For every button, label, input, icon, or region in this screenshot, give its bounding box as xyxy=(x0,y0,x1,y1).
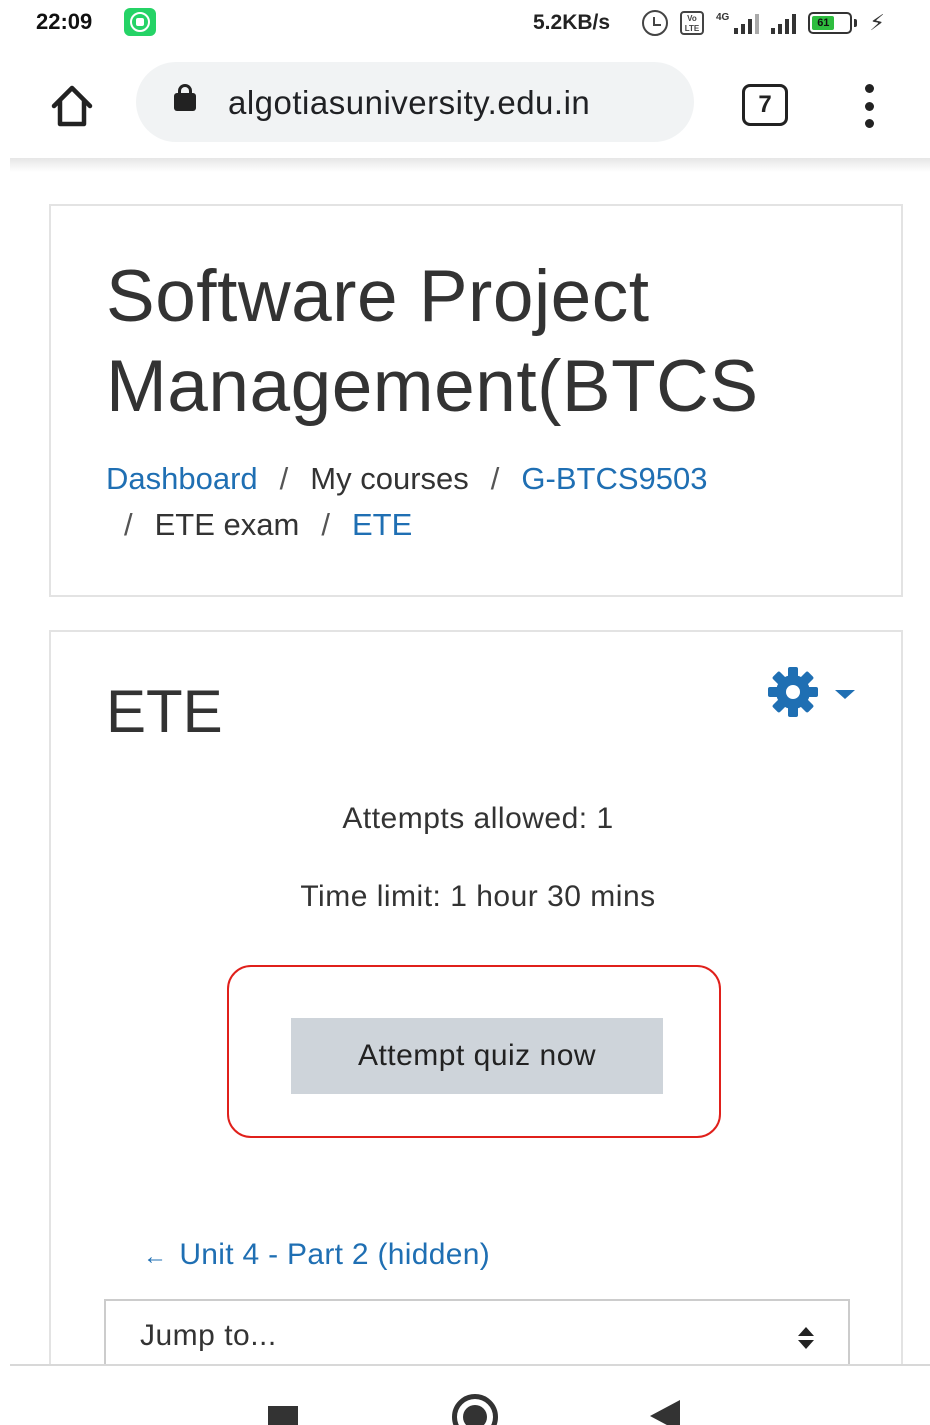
breadcrumb-section: ETE exam xyxy=(154,507,300,542)
quiz-title: ETE xyxy=(106,678,223,745)
tabs-icon[interactable]: 7 xyxy=(742,84,788,126)
battery-icon: 61 xyxy=(808,12,858,34)
menu-icon[interactable] xyxy=(860,84,878,128)
breadcrumb-dashboard[interactable]: Dashboard xyxy=(106,461,258,496)
recents-icon[interactable] xyxy=(268,1406,298,1425)
whatsapp-icon xyxy=(124,8,156,36)
charging-icon: ⚡︎ xyxy=(869,10,885,35)
network-speed: 5.2KB/s xyxy=(533,11,611,34)
network-type-label: 4G xyxy=(716,12,730,23)
status-time: 22:09 xyxy=(36,9,93,34)
breadcrumb-my-courses: My courses xyxy=(310,461,469,496)
breadcrumb-separator: / xyxy=(490,461,500,496)
jump-to-value: Jump to... xyxy=(140,1319,277,1352)
arrow-left-icon: ← xyxy=(143,1243,168,1270)
previous-activity-link[interactable]: ← Unit 4 - Part 2 (hidden) xyxy=(143,1238,490,1272)
status-bar: 22:09 5.2KB/s Vo LTE 4G 61 ⚡︎ xyxy=(0,0,930,48)
alarm-icon xyxy=(642,10,668,36)
breadcrumb-separator: / xyxy=(321,507,330,542)
back-icon[interactable] xyxy=(650,1400,680,1425)
settings-menu[interactable] xyxy=(765,667,875,717)
caret-down-icon xyxy=(835,689,855,699)
home-icon[interactable] xyxy=(48,82,96,130)
quiz-panel: ETE Attempts allowed: 1 Time limit: 1 ho… xyxy=(49,630,903,1390)
lock-icon xyxy=(174,84,196,111)
address-bar[interactable]: algotiasuniversity.edu.in xyxy=(136,62,694,142)
breadcrumb-separator: / xyxy=(279,461,289,496)
breadcrumb: Dashboard / My courses / G-BTCS9503 / ETE exa… xyxy=(106,456,886,548)
home-circle-icon[interactable] xyxy=(452,1394,498,1425)
toolbar-shadow xyxy=(10,158,930,172)
status-icons: Vo LTE 4G 61 ⚡︎ xyxy=(642,8,885,38)
breadcrumb-current[interactable]: ETE xyxy=(352,507,412,542)
attempts-allowed: Attempts allowed: 1 xyxy=(342,802,614,835)
signal-icon-sim2 xyxy=(771,12,797,34)
breadcrumb-course[interactable]: G-BTCS9503 xyxy=(521,461,707,496)
gear-icon xyxy=(768,667,818,717)
browser-toolbar: algotiasuniversity.edu.in 7 xyxy=(0,60,930,150)
page-title: Software Project Management(BTCS xyxy=(106,256,759,427)
breadcrumb-separator: / xyxy=(124,507,133,542)
battery-level: 61 xyxy=(812,16,835,30)
volte-icon: Vo LTE xyxy=(680,11,704,35)
page-header: Software Project Management(BTCS Dashboa… xyxy=(49,204,903,597)
time-limit: Time limit: 1 hour 30 mins xyxy=(300,880,656,913)
url-text[interactable]: algotiasuniversity.edu.in xyxy=(228,84,590,122)
previous-activity-label: Unit 4 - Part 2 (hidden) xyxy=(179,1238,490,1271)
signal-icon: 4G xyxy=(716,12,760,34)
system-nav-bar xyxy=(0,1366,930,1425)
attempt-quiz-button[interactable]: Attempt quiz now xyxy=(291,1018,663,1094)
sort-icon xyxy=(798,1327,814,1349)
